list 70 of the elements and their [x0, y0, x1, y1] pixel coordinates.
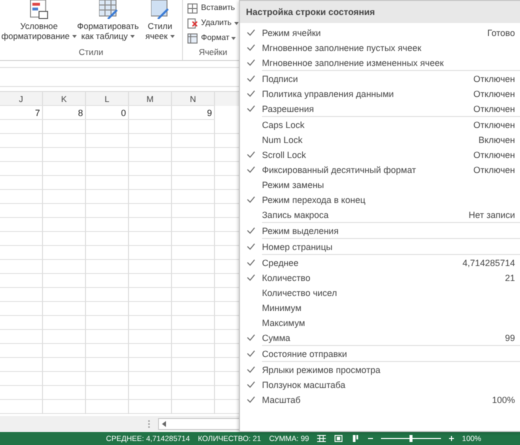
menu-item[interactable]: Количество 21 — [240, 270, 520, 285]
table-cell: 7 — [0, 106, 43, 120]
menu-item-value: 4,714285714 — [462, 258, 515, 268]
menu-item[interactable]: Режим замены — [240, 177, 520, 192]
column-header[interactable]: K — [43, 92, 86, 106]
menu-item-value: 21 — [504, 272, 515, 282]
menu-item[interactable]: Caps Lock Отключен — [240, 117, 520, 132]
insert-cells-icon — [187, 2, 198, 14]
table-icon — [98, 0, 118, 19]
ribbon-button[interactable]: Вставить — [187, 1, 239, 15]
menu-item-value: 100% — [492, 394, 515, 404]
ribbon-button[interactable]: Форматировать как таблицу — [78, 0, 138, 42]
menu-item-value: 99 — [504, 332, 515, 342]
menu-item[interactable]: Состояние отправки — [240, 346, 520, 361]
menu-item[interactable]: Мгновенное заполнение измененных ячеек — [240, 55, 520, 70]
menu-item[interactable]: Ярлыки режимов просмотра — [240, 362, 520, 377]
menu-item-value: Отключен — [473, 120, 515, 130]
menu-item[interactable]: Ползунок масштаба — [240, 377, 520, 392]
zoom-slider-thumb[interactable] — [410, 435, 413, 442]
scroll-left-icon[interactable] — [162, 421, 166, 427]
menu-item[interactable]: Среднее 4,714285714 — [240, 255, 520, 270]
menu-item[interactable]: Количество чисел — [240, 285, 520, 300]
table-cell: 0 — [86, 106, 129, 120]
menu-item[interactable]: Минимум — [240, 300, 520, 315]
menu-item-value: Отключен — [473, 74, 515, 84]
menu-item[interactable]: Режим перехода в конец — [240, 192, 520, 207]
normal-view-icon[interactable] — [317, 435, 326, 442]
ribbon-button[interactable]: Удалить — [187, 16, 239, 30]
column-header[interactable]: M — [129, 92, 172, 106]
ribbon-button[interactable]: Стили ячеек — [138, 0, 182, 42]
zoom-in-icon[interactable] — [449, 436, 454, 441]
format-cells-icon — [187, 32, 198, 44]
menu-item[interactable]: Максимум — [240, 315, 520, 330]
menu-item[interactable]: Подписи Отключен — [240, 71, 520, 86]
menu-item[interactable]: Мгновенное заполнение пустых ячеек — [240, 40, 520, 55]
menu-item-value: Включен — [478, 134, 515, 144]
menu-item[interactable]: Запись макроса Нет записи — [240, 207, 520, 222]
menu-title: Настройка строки состояния — [240, 1, 520, 23]
menu-item[interactable]: Разрешения Отключен — [240, 101, 520, 116]
ribbon-button[interactable]: Условное форматирование — [0, 0, 78, 42]
menu-item[interactable]: Номер страницы — [240, 239, 520, 254]
menu-item[interactable]: Фиксированный десятичный формат Отключен — [240, 162, 520, 177]
menu-item[interactable]: Num Lock Включен — [240, 132, 520, 147]
zoom-out-icon[interactable] — [368, 436, 374, 441]
table-cell: 9 — [172, 106, 215, 120]
menu-item[interactable]: Scroll Lock Отключен — [240, 147, 520, 162]
menu-item[interactable]: Политика управления данными Отключен — [240, 86, 520, 101]
menu-item[interactable]: Масштаб 100% — [240, 392, 520, 407]
column-header[interactable]: J — [0, 92, 43, 106]
cell-styles-icon — [150, 0, 170, 19]
menu-item-value: Готово — [487, 28, 515, 38]
column-header[interactable]: N — [172, 92, 215, 106]
menu-item-value: Отключен — [473, 164, 515, 174]
menu-item-value: Отключен — [473, 150, 515, 160]
splitter-handle-icon[interactable] — [148, 420, 150, 428]
group-label: Стили — [78, 47, 104, 59]
menu-item-value: Отключен — [473, 88, 515, 98]
menu-item[interactable]: Режим ячейки Готово — [240, 25, 520, 40]
menu-item[interactable]: Сумма 99 — [240, 330, 520, 345]
menu-item-value: Нет записи — [468, 210, 515, 220]
group-label: Ячейки — [198, 47, 228, 59]
page-layout-icon[interactable] — [334, 435, 344, 442]
table-cell — [129, 106, 172, 120]
menu-item[interactable]: Режим выделения — [240, 223, 520, 238]
table-cell: 8 — [43, 106, 86, 120]
menu-item-value: Отключен — [473, 104, 515, 114]
ribbon-button[interactable]: Формат — [187, 31, 239, 45]
column-header[interactable]: L — [86, 92, 129, 106]
delete-cells-icon — [187, 18, 198, 28]
page-break-icon[interactable] — [351, 435, 360, 442]
